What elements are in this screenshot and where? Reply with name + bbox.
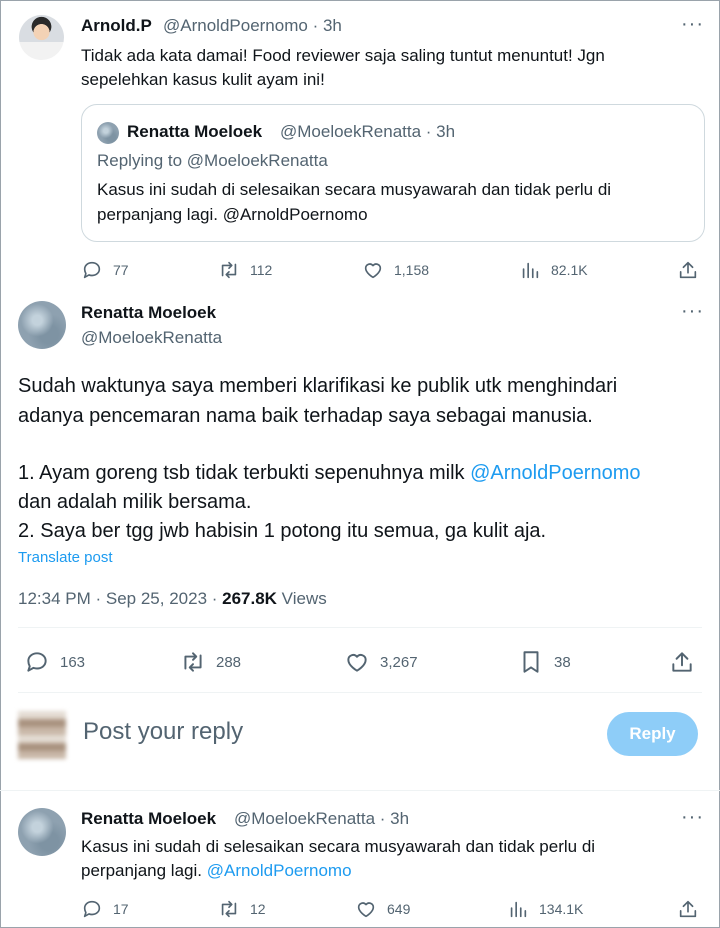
timestamp-text[interactable]: 12:34 PM · Sep 25, 2023 · (18, 589, 222, 608)
avatar (18, 711, 66, 759)
reply-count: 77 (113, 262, 129, 278)
heart-icon (364, 263, 382, 279)
heart-icon (347, 654, 367, 672)
share-icon (679, 261, 697, 279)
mention-link[interactable]: @ArnoldPoernomo (207, 861, 352, 880)
retweet-icon (184, 652, 202, 672)
views-button[interactable]: 134.1K (507, 898, 583, 920)
heart-icon (357, 902, 375, 918)
views-count: 82.1K (551, 262, 588, 278)
quoted-handle: @MoeloekRenatta (280, 122, 422, 141)
reply-icon (83, 261, 101, 279)
translate-link[interactable]: Translate post (18, 549, 113, 566)
reply-count: 163 (60, 653, 86, 671)
post-text-line: Sudah waktunya saya memberi klarifikasi … (18, 375, 618, 397)
like-button[interactable]: 649 (355, 898, 410, 920)
author-handle[interactable]: @ArnoldPoernomo (163, 16, 308, 35)
quoted-meta: @MoeloekRenatta · 3h (280, 122, 455, 142)
author-meta: @ArnoldPoernomo · 3h (163, 16, 342, 36)
views-icon (522, 262, 539, 279)
author-handle[interactable]: @MoeloekRenatta (234, 809, 375, 828)
quoted-text-line: Kasus ini sudah di selesaikan secara mus… (97, 180, 612, 199)
retweet-icon (221, 261, 237, 279)
author-meta: @MoeloekRenatta · 3h (234, 809, 409, 829)
retweet-icon (221, 900, 237, 918)
post-time[interactable]: · 3h (380, 809, 409, 828)
bookmark-count: 38 (554, 653, 571, 671)
retweet-button[interactable]: 288 (180, 649, 241, 675)
author-name[interactable]: Renatta Moeloek (81, 809, 216, 829)
divider (0, 790, 720, 791)
replying-to: Replying to @MoeloekRenatta (97, 151, 328, 170)
more-icon[interactable]: ··· (681, 13, 704, 36)
avatar[interactable] (18, 301, 66, 349)
avatar[interactable] (19, 15, 64, 60)
like-count: 3,267 (380, 653, 418, 671)
tweet-text-line: sepelehkan kasus kulit ayam ini! (81, 70, 325, 89)
share-button[interactable] (669, 649, 695, 675)
like-button[interactable]: 1,158 (362, 259, 429, 281)
reply-count: 17 (113, 901, 129, 917)
post-text-line: 1. Ayam goreng tsb tidak terbukti sepenu… (18, 458, 708, 488)
reply-button[interactable]: 17 (81, 898, 129, 920)
avatar[interactable] (18, 808, 66, 856)
quoted-time: · 3h (425, 122, 456, 141)
share-button[interactable] (677, 898, 699, 920)
post-timestamp: 12:34 PM · Sep 25, 2023 · 267.8K Views (18, 589, 327, 609)
post-time[interactable]: · 3h (313, 16, 342, 35)
bookmark-button[interactable]: 38 (518, 649, 571, 675)
retweet-count: 12 (250, 901, 266, 917)
retweet-count: 112 (250, 262, 273, 278)
views-button[interactable]: 82.1K (519, 259, 588, 281)
retweet-button[interactable]: 112 (218, 259, 272, 281)
reply-submit-button[interactable]: Reply (607, 712, 698, 756)
like-count: 649 (387, 901, 411, 917)
like-button[interactable]: 3,267 (344, 649, 418, 675)
post-text-line: adanya pencemaran nama baik terhadap say… (18, 405, 593, 427)
reply-button[interactable]: 77 (81, 259, 129, 281)
reply-input[interactable]: Post your reply (83, 718, 243, 746)
tweet-text-line: Kasus ini sudah di selesaikan secara mus… (81, 837, 596, 856)
tweet-text: perpanjang lagi. (81, 861, 207, 880)
avatar (97, 122, 119, 144)
views-icon (510, 901, 527, 918)
author-name[interactable]: Renatta Moeloek (81, 303, 216, 323)
more-icon[interactable]: ··· (681, 300, 704, 323)
like-count: 1,158 (394, 262, 430, 278)
tweet-text-line: Tidak ada kata damai! Food reviewer saja… (81, 46, 605, 65)
views-count: 134.1K (539, 901, 584, 917)
post-text-line: 2. Saya ber tgg jwb habisin 1 potong itu… (18, 520, 547, 542)
share-icon (679, 900, 697, 918)
reply-icon (83, 900, 101, 918)
views-label: Views (276, 589, 327, 608)
share-button[interactable] (677, 259, 699, 281)
reply-button[interactable]: 163 (24, 649, 85, 675)
retweet-count: 288 (216, 653, 242, 671)
author-handle[interactable]: @MoeloekRenatta (81, 328, 222, 348)
share-icon (672, 652, 692, 672)
post-text-line: dan adalah milik bersama. (18, 491, 252, 513)
tweet-text-line: perpanjang lagi. @ArnoldPoernomo (81, 859, 352, 883)
divider (18, 692, 702, 693)
post-text: 1. Ayam goreng tsb tidak terbukti sepenu… (18, 462, 471, 484)
more-icon[interactable]: ··· (681, 806, 704, 829)
views-count: 267.8K (222, 589, 277, 608)
quoted-text-line: perpanjang lagi. @ArnoldPoernomo (97, 205, 368, 224)
retweet-button[interactable]: 12 (218, 898, 266, 920)
reply-icon (27, 652, 47, 672)
bookmark-icon (523, 651, 539, 673)
mention-link[interactable]: @ArnoldPoernomo (470, 462, 640, 484)
author-name[interactable]: Arnold.P (81, 16, 152, 36)
divider (18, 627, 702, 628)
quoted-author-name: Renatta Moeloek (127, 122, 263, 141)
